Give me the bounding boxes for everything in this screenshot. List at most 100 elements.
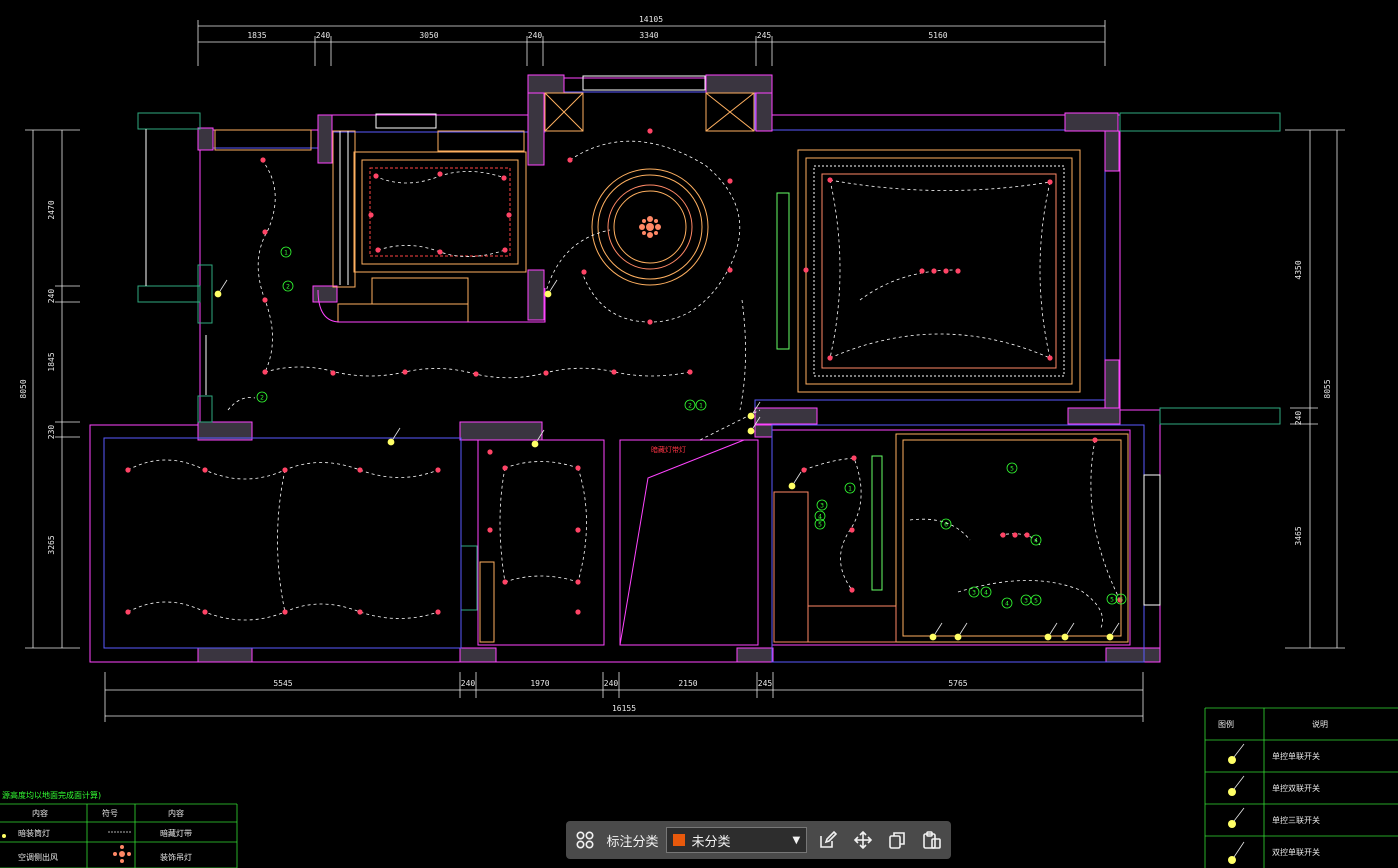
downlight: [260, 157, 266, 163]
dim-segment-label: 1845: [47, 352, 56, 371]
circuit-marker-label: 2: [688, 403, 692, 410]
downlight: [1000, 532, 1006, 538]
switches: [214, 279, 1120, 641]
room-note: 暗藏灯带灯: [651, 445, 686, 454]
light-switch: [214, 290, 222, 298]
legend-right-header: 图例: [1218, 719, 1234, 729]
switch-lever: [392, 427, 401, 440]
downlight: [502, 247, 508, 253]
light-switch: [1061, 633, 1069, 641]
downlight: [943, 268, 949, 274]
dim-segment-label: 245: [758, 679, 773, 688]
light-switch: [387, 438, 395, 446]
light-switch: [1106, 633, 1114, 641]
move-icon[interactable]: [850, 826, 876, 854]
dim-segment-label: 240: [604, 679, 619, 688]
switch-lever: [959, 622, 968, 635]
grid-icon[interactable]: [572, 826, 598, 854]
dim-left-total: 8050: [19, 379, 28, 398]
circuit-marker-label: 5: [1010, 466, 1014, 473]
dim-segment-label: 240: [1294, 411, 1303, 426]
circuit-markers: 1222 134515643 44 3 5 5 6: [256, 246, 1127, 609]
downlight: [1047, 355, 1053, 361]
downlight: [567, 157, 573, 163]
dim-segment-label: 240: [316, 31, 331, 40]
downlight: [849, 527, 855, 533]
light-switch: [788, 482, 796, 490]
downlight: [125, 467, 131, 473]
downlight: [1012, 532, 1018, 538]
legend-left-row-item: 空调侧出风: [18, 852, 58, 862]
category-selected-value: 未分类: [691, 834, 731, 850]
dimensions-right: [1285, 129, 1345, 649]
copy-icon[interactable]: [884, 826, 910, 854]
downlight: [368, 212, 374, 218]
dim-top-total: 14105: [639, 15, 663, 24]
downlight: [575, 579, 581, 585]
downlight: [282, 609, 288, 615]
legend-left-row-item: 暗装筒灯: [18, 828, 50, 838]
dim-segment-label: 3050: [419, 31, 438, 40]
downlight: [402, 369, 408, 375]
legend-right-header: 说明: [1312, 719, 1328, 729]
circuit-marker-label: 6: [944, 522, 948, 529]
dim-segment-label: 3340: [639, 31, 658, 40]
dim-bottom-total: 16155: [612, 704, 636, 713]
downlight: [647, 319, 653, 325]
downlight: [1024, 532, 1030, 538]
downlight: [375, 247, 381, 253]
paste-icon[interactable]: [919, 826, 945, 854]
circuit-marker-label: 5: [1034, 598, 1038, 605]
downlight: [803, 267, 809, 273]
circuit-marker-label: 3: [1024, 598, 1028, 605]
legend-left-header: 内容: [32, 808, 48, 818]
circuit-marker-label: 3: [820, 503, 824, 510]
downlight: [330, 370, 336, 376]
switch-lever: [1049, 622, 1058, 635]
circuit-marker-label: 1: [699, 403, 703, 410]
dim-segment-label: 4350: [1294, 260, 1303, 279]
downlight: [202, 467, 208, 473]
downlight: [357, 467, 363, 473]
downlight: [727, 267, 733, 273]
dim-segment-label: 5160: [928, 31, 947, 40]
cad-drawing-canvas[interactable]: 1222 134515643 44 3 5 5 6 暗藏灯带灯 14105 1835 240 3…: [0, 0, 1398, 868]
light-switch: [544, 290, 552, 298]
dim-segment-label: 3265: [47, 535, 56, 554]
dim-segment-label: 240: [461, 679, 476, 688]
dim-segment-label: 1835: [247, 31, 266, 40]
dimensions-bottom: [104, 672, 1144, 722]
dim-segment-label: 245: [757, 31, 772, 40]
category-select[interactable]: 未分类 ▼: [666, 827, 808, 853]
dim-segment-label: 5545: [273, 679, 292, 688]
dim-segment-label: 240: [528, 31, 543, 40]
dim-segment-label: 230: [47, 425, 56, 440]
dim-segment-label: 3465: [1294, 526, 1303, 545]
edit-icon[interactable]: [815, 826, 841, 854]
downlight: [262, 297, 268, 303]
annotation-toolbar: 标注分类 未分类 ▼: [566, 821, 951, 859]
circuit-marker-label: 4: [1005, 601, 1009, 608]
dimensions-top: [197, 20, 1106, 66]
light-switch: [747, 412, 755, 420]
circuit-marker-label: 1: [284, 250, 288, 257]
circuit-marker-label: 5: [818, 522, 822, 529]
category-label: 标注分类: [606, 834, 659, 850]
circuit-marker-label: 2: [260, 395, 264, 402]
legend-right-row: 单控双联开关: [1272, 783, 1320, 793]
downlight: [955, 268, 961, 274]
dim-right-total: 8055: [1323, 379, 1332, 398]
dim-segment-label: 240: [47, 289, 56, 304]
lower-rooms: [103, 424, 1161, 663]
downlight: [502, 465, 508, 471]
downlight: [931, 268, 937, 274]
dim-bottom-labels: 5545 240 1970 240 2150 245 5765: [273, 679, 967, 688]
downlight: [506, 212, 512, 218]
downlight: [687, 369, 693, 375]
circuit-marker-label: 5: [1110, 597, 1114, 604]
circuit-marker-label: 4: [1034, 538, 1038, 545]
downlight: [611, 369, 617, 375]
legend-right-row: 双控单联开关: [1272, 847, 1320, 857]
downlight: [125, 609, 131, 615]
light-switch: [954, 633, 962, 641]
